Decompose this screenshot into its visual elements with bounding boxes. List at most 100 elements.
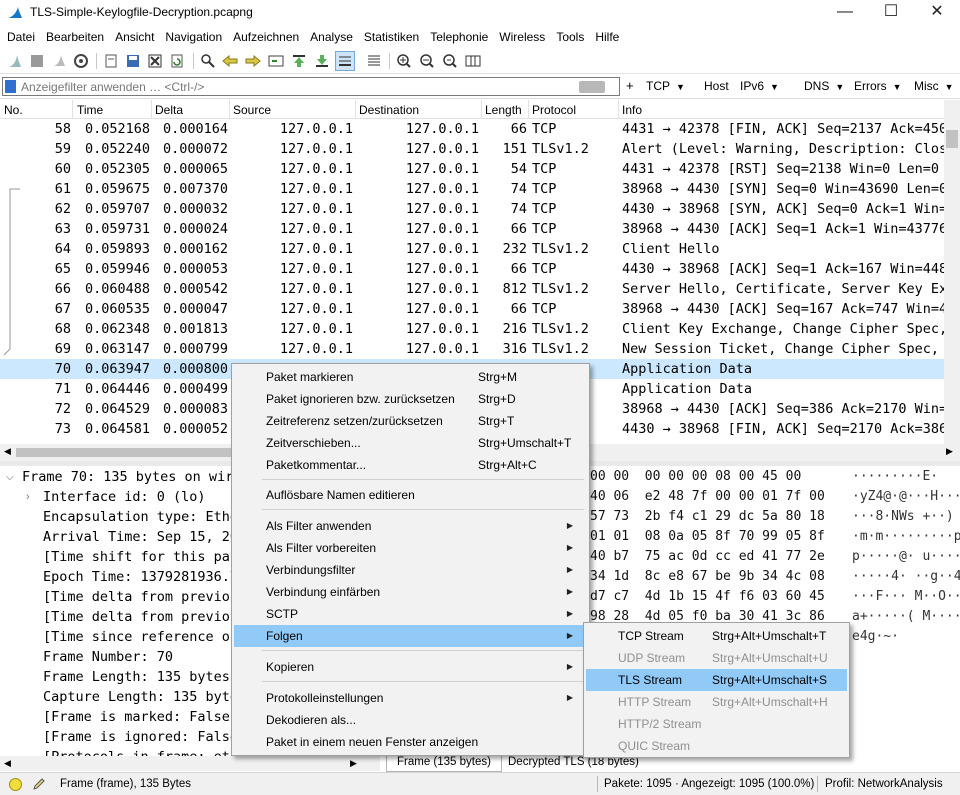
scroll-left-icon[interactable]: ◀	[4, 446, 11, 457]
tree-item-frame-length[interactable]: Frame Length: 135 bytes	[43, 667, 230, 687]
menu-item-mark-packet[interactable]: Paket markieren Strg+M	[234, 366, 587, 388]
go-to-packet-icon[interactable]	[266, 51, 286, 71]
capture-options-icon[interactable]	[71, 51, 91, 71]
menu-item-prepare-as-filter[interactable]: Als Filter vorbereiten ▶	[234, 537, 587, 559]
tree-item-frame-marked[interactable]: [Frame is marked: False]	[43, 707, 238, 727]
filter-button-ipv6[interactable]: IPv6 ▼	[740, 79, 779, 93]
close-file-icon[interactable]	[145, 51, 165, 71]
tree-item-epoch-time[interactable]: Epoch Time: 1379281936.7	[43, 567, 238, 587]
column-header-protocol[interactable]: Protocol	[532, 103, 576, 119]
menu-hilfe[interactable]: Hilfe	[591, 27, 626, 48]
packet-row[interactable]: 66 0.060488 0.000542 127.0.0.1 127.0.0.1 812 T…	[0, 279, 944, 299]
reload-icon[interactable]	[167, 51, 187, 71]
tree-item-interface[interactable]: Interface id: 0 (lo)	[43, 487, 206, 507]
menu-item-time-reference[interactable]: Zeitreferenz setzen/zurücksetzen Strg+T	[234, 410, 587, 432]
column-header-time[interactable]: Time	[77, 103, 103, 119]
go-back-icon[interactable]	[220, 51, 240, 71]
tree-item-capture-length[interactable]: Capture Length: 135 byte	[43, 687, 238, 707]
zoom-out-icon[interactable]	[417, 51, 437, 71]
close-button[interactable]: ✕	[914, 0, 960, 27]
tree-item-arrival-time[interactable]: Arrival Time: Sep 15, 20	[43, 527, 238, 547]
packet-row[interactable]: 59 0.052240 0.000072 127.0.0.1 127.0.0.1 151 T…	[0, 139, 944, 159]
menu-bearbeiten[interactable]: Bearbeiten	[42, 27, 111, 48]
zoom-in-icon[interactable]	[394, 51, 414, 71]
menu-item-decode-as[interactable]: Dekodieren als...	[234, 709, 587, 731]
apply-filter-arrow-icon[interactable]	[579, 81, 605, 93]
menu-item-edit-resolved-name[interactable]: Auflösbare Namen editieren	[234, 484, 587, 506]
menu-item-copy[interactable]: Kopieren ▶	[234, 656, 587, 678]
go-forward-icon[interactable]	[243, 51, 263, 71]
open-file-icon[interactable]	[101, 51, 121, 71]
submenu-item-tls-stream[interactable]: TLS Stream Strg+Alt+Umschalt+S	[586, 669, 847, 691]
menu-item-apply-as-filter[interactable]: Als Filter anwenden ▶	[234, 515, 587, 537]
packet-row[interactable]: 64 0.059893 0.000162 127.0.0.1 127.0.0.1 232 T…	[0, 239, 944, 259]
scroll-left-icon[interactable]: ◀	[4, 758, 11, 769]
resize-columns-icon[interactable]	[463, 51, 483, 71]
menu-statistiken[interactable]: Statistiken	[360, 27, 426, 48]
menu-item-follow[interactable]: Folgen ▶	[234, 625, 587, 647]
menu-ansicht[interactable]: Ansicht	[111, 27, 161, 48]
tree-item-frame-number[interactable]: Frame Number: 70	[43, 647, 173, 667]
filter-button-tcp[interactable]: TCP ▼	[646, 79, 685, 93]
expert-info-led-icon[interactable]	[9, 778, 22, 791]
packet-row[interactable]: 58 0.052168 0.000164 127.0.0.1 127.0.0.1 66 TC…	[0, 119, 944, 139]
scroll-right-icon[interactable]: ▶	[946, 446, 953, 457]
autoscroll-icon[interactable]	[335, 51, 355, 71]
scroll-right-icon[interactable]: ▶	[350, 758, 357, 769]
maximize-button[interactable]: ☐	[868, 0, 914, 27]
menu-aufzeichnen[interactable]: Aufzeichnen	[229, 27, 306, 48]
column-header-destination[interactable]: Destination	[359, 103, 419, 119]
packet-row[interactable]: 65 0.059946 0.000053 127.0.0.1 127.0.0.1 66 TC…	[0, 259, 944, 279]
tree-item-protocols[interactable]: [Protocols in frame: eth	[43, 747, 238, 756]
tree-item-time-delta-captured[interactable]: [Time delta from previou	[43, 587, 238, 607]
tree-item-time-since-reference[interactable]: [Time since reference or	[43, 627, 238, 647]
packet-list-scroll-thumb[interactable]	[946, 130, 958, 148]
packet-row[interactable]: 62 0.059707 0.000032 127.0.0.1 127.0.0.1 74 TC…	[0, 199, 944, 219]
column-header-no[interactable]: No.	[4, 103, 23, 119]
tree-item-time-shift[interactable]: [Time shift for this pac	[43, 547, 238, 567]
expand-interface-icon[interactable]: ›	[26, 491, 30, 503]
packet-row[interactable]: 60 0.052305 0.000065 127.0.0.1 127.0.0.1 54 TC…	[0, 159, 944, 179]
menu-item-ignore-packet[interactable]: Paket ignorieren bzw. zurücksetzen Strg+D	[234, 388, 587, 410]
menu-tools[interactable]: Tools	[552, 27, 591, 48]
add-filter-button[interactable]: +	[626, 78, 634, 93]
filter-button-host[interactable]: Host	[704, 79, 729, 93]
normal-size-icon[interactable]	[440, 51, 460, 71]
bookmark-icon[interactable]	[5, 80, 16, 93]
filter-button-errors[interactable]: Errors ▼	[854, 79, 902, 93]
details-horizontal-scrollbar[interactable]: ◀ ▶	[0, 756, 380, 771]
colorize-icon[interactable]	[364, 51, 384, 71]
save-file-icon[interactable]	[123, 51, 143, 71]
tree-item-frame[interactable]: Frame 70: 135 bytes on wir	[22, 467, 233, 487]
collapse-frame-icon[interactable]: ⌵	[6, 472, 14, 483]
menu-wireless[interactable]: Wireless	[495, 27, 552, 48]
column-header-length[interactable]: Length	[485, 103, 522, 119]
status-profile[interactable]: Profil: NetworkAnalysis	[825, 778, 943, 790]
stop-capture-icon[interactable]	[27, 51, 47, 71]
packet-row[interactable]: 67 0.060535 0.000047 127.0.0.1 127.0.0.1 66 TC…	[0, 299, 944, 319]
menu-datei[interactable]: Datei	[3, 27, 42, 48]
last-packet-icon[interactable]	[312, 51, 332, 71]
packet-row[interactable]: 68 0.062348 0.001813 127.0.0.1 127.0.0.1 216 T…	[0, 319, 944, 339]
tree-item-encapsulation[interactable]: Encapsulation type: Ethe	[43, 507, 238, 527]
menu-navigation[interactable]: Navigation	[161, 27, 229, 48]
tab-frame-bytes[interactable]: Frame (135 bytes)	[386, 754, 502, 772]
first-packet-icon[interactable]	[289, 51, 309, 71]
tree-item-time-delta-displayed[interactable]: [Time delta from previou	[43, 607, 238, 627]
start-capture-icon[interactable]	[5, 51, 25, 71]
find-packet-icon[interactable]	[198, 51, 218, 71]
menu-item-sctp[interactable]: SCTP ▶	[234, 603, 587, 625]
column-header-delta[interactable]: Delta	[155, 103, 183, 119]
packet-row[interactable]: 69 0.063147 0.000799 127.0.0.1 127.0.0.1 316 T…	[0, 339, 944, 359]
display-filter-input[interactable]: Anzeigefilter anwenden … <Ctrl-/>	[2, 77, 620, 96]
packet-list-vertical-scrollbar[interactable]	[944, 100, 960, 444]
menu-analyse[interactable]: Analyse	[306, 27, 360, 48]
menu-item-time-shift[interactable]: Zeitverschieben... Strg+Umschalt+T	[234, 432, 587, 454]
packet-row[interactable]: 61 0.059675 0.007370 127.0.0.1 127.0.0.1 74 TC…	[0, 179, 944, 199]
packet-row[interactable]: 63 0.059731 0.000024 127.0.0.1 127.0.0.1 66 TC…	[0, 219, 944, 239]
filter-button-dns[interactable]: DNS ▼	[804, 79, 844, 93]
menu-item-conversation-filter[interactable]: Verbindungsfilter ▶	[234, 559, 587, 581]
submenu-item-tcp-stream[interactable]: TCP Stream Strg+Alt+Umschalt+T	[586, 625, 847, 647]
menu-telephonie[interactable]: Telephonie	[426, 27, 495, 48]
menu-item-protocol-preferences[interactable]: Protokolleinstellungen ▶	[234, 687, 587, 709]
